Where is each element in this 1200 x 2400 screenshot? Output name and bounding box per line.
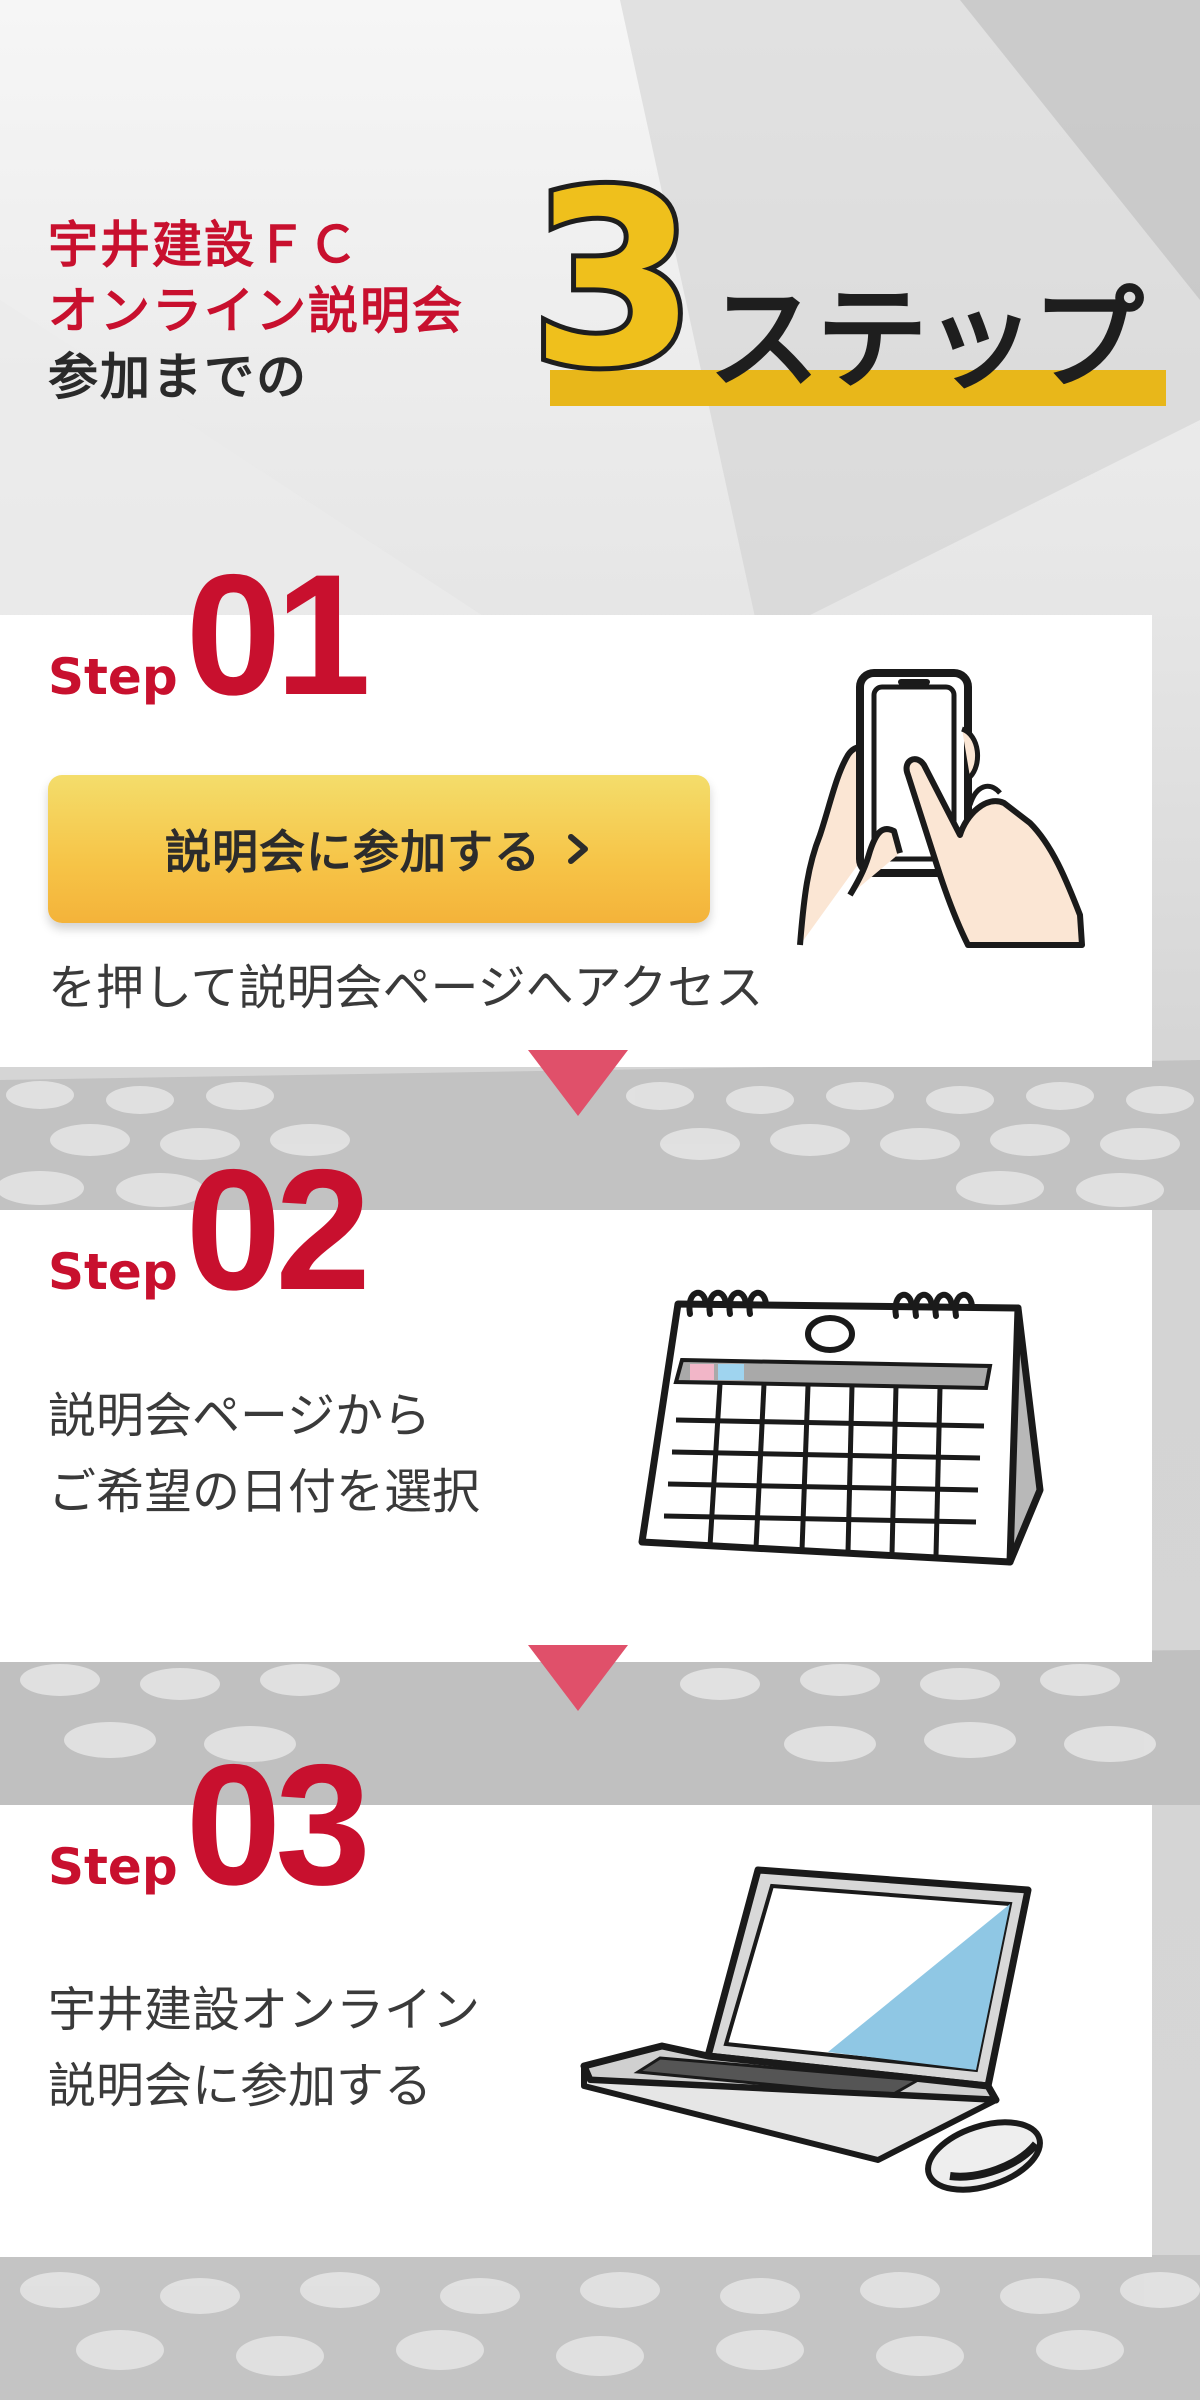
- chevron-right-icon: [568, 834, 588, 864]
- step-2-description: 説明会ページから ご希望の日付を選択: [48, 1378, 480, 1530]
- hero-steps-word: ステップ: [708, 275, 1144, 405]
- hero-three-steps: 3 ステップ: [525, 145, 1170, 430]
- step-3-heading: Step03: [48, 1729, 371, 1921]
- step-number: 02: [185, 1134, 371, 1326]
- hero-line-event: オンライン説明会: [48, 282, 464, 340]
- down-arrow-2: [528, 1645, 628, 1711]
- laptop-mouse-icon: [580, 1866, 1043, 2193]
- step-1-heading: Step01: [48, 539, 371, 731]
- down-arrow-1: [528, 1050, 628, 1116]
- hero-big-number: 3: [525, 140, 702, 420]
- step-label: Step: [48, 1243, 178, 1301]
- join-briefing-button[interactable]: 説明会に参加する: [48, 775, 710, 923]
- calendar-icon: [638, 1289, 1044, 1566]
- hero-title: 宇井建設ＦＣ オンライン説明会 参加までの: [48, 212, 464, 410]
- step-3-description: 宇井建設オンライン 説明会に参加する: [48, 1972, 480, 2124]
- smartphone-hand-icon: [797, 669, 1085, 948]
- hero-line-company: 宇井建設ＦＣ: [48, 216, 360, 274]
- step-number: 03: [185, 1729, 371, 1921]
- step-2-description-line2: ご希望の日付を選択: [48, 1464, 481, 1520]
- step-3-description-line2: 説明会に参加する: [48, 2058, 433, 2114]
- step-3-description-line1: 宇井建設オンライン: [48, 1982, 481, 2038]
- step-2-description-line1: 説明会ページから: [48, 1388, 432, 1444]
- join-briefing-button-label: 説明会に参加する: [165, 825, 541, 879]
- step-label: Step: [48, 648, 178, 706]
- step-label: Step: [48, 1838, 178, 1896]
- step-2-heading: Step02: [48, 1134, 371, 1326]
- hero-line-until: 参加までの: [48, 348, 308, 406]
- step-1-description: を押して説明会ページへアクセス: [48, 960, 764, 1016]
- step-number: 01: [185, 539, 371, 731]
